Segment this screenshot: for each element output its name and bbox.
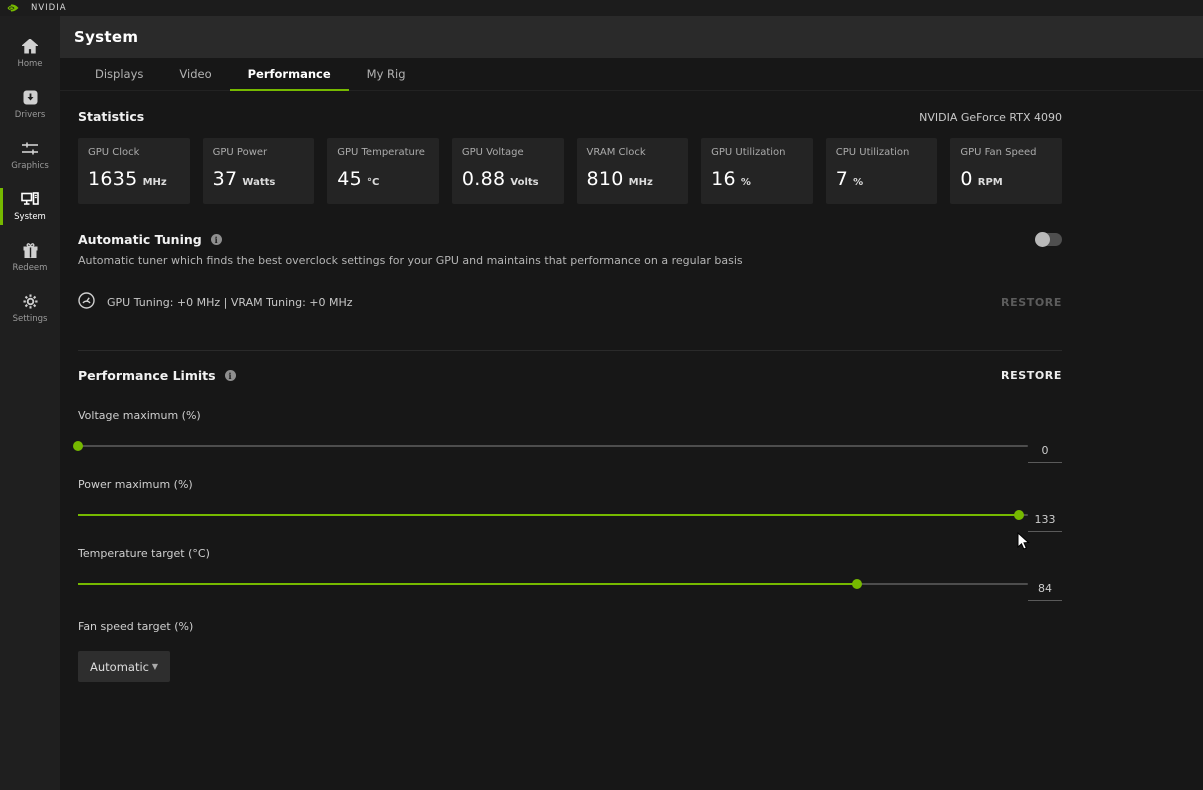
slider-group-temperature-target: Temperature target (°C) 84 [78, 547, 1062, 590]
stat-card-gpu-voltage: GPU Voltage 0.88Volts [452, 138, 564, 204]
sidebar-item-graphics[interactable]: Graphics [0, 130, 60, 181]
sidebar-item-drivers[interactable]: Drivers [0, 79, 60, 130]
sidebar: Home Drivers Graphics [0, 16, 60, 790]
temperature-target-slider[interactable] [78, 583, 1028, 585]
stat-unit: RPM [978, 177, 1003, 188]
statistics-cards: GPU Clock 1635MHz GPU Power 37Watts GPU … [78, 138, 1062, 204]
stat-unit: % [853, 177, 863, 188]
fan-speed-dropdown[interactable]: Automatic ▼ [78, 651, 170, 682]
stat-card-cpu-utilization: CPU Utilization 7% [826, 138, 938, 204]
tuning-status-text: GPU Tuning: +0 MHz | VRAM Tuning: +0 MHz [107, 296, 353, 309]
app-title: NVIDIA [31, 3, 67, 13]
tab-displays[interactable]: Displays [77, 58, 161, 90]
stat-value: 16 [711, 168, 736, 190]
fan-speed-target-group: Fan speed target (%) Automatic ▼ [78, 620, 1062, 682]
stat-card-gpu-fan-speed: GPU Fan Speed 0RPM [950, 138, 1062, 204]
info-icon[interactable]: i [211, 234, 222, 245]
sidebar-item-home[interactable]: Home [0, 28, 60, 79]
stat-unit: °C [367, 177, 379, 188]
stat-value: 0.88 [462, 168, 506, 190]
fan-speed-selected-value: Automatic [90, 660, 149, 674]
stat-card-gpu-clock: GPU Clock 1635MHz [78, 138, 190, 204]
automatic-tuning-toggle[interactable] [1036, 233, 1062, 246]
info-icon[interactable]: i [225, 370, 236, 381]
nvidia-logo-icon [6, 3, 19, 13]
stat-card-gpu-utilization: GPU Utilization 16% [701, 138, 813, 204]
gpu-name-label: NVIDIA GeForce RTX 4090 [919, 111, 1062, 124]
statistics-heading: Statistics [78, 109, 144, 124]
tab-my-rig[interactable]: My Rig [349, 58, 424, 90]
section-divider [78, 350, 1062, 351]
drivers-icon [23, 89, 38, 106]
stat-unit: MHz [629, 177, 653, 188]
voltage-maximum-slider[interactable] [78, 445, 1028, 447]
slider-group-power-maximum: Power maximum (%) 133 [78, 478, 1062, 521]
stat-value: 45 [337, 168, 362, 190]
sidebar-item-settings[interactable]: Settings [0, 283, 60, 334]
performance-limits-restore-button[interactable]: RESTORE [1001, 369, 1062, 382]
content: Statistics NVIDIA GeForce RTX 4090 GPU C… [60, 109, 1203, 682]
page-header: System [60, 16, 1203, 58]
home-icon [22, 38, 38, 55]
automatic-tuning-title: Automatic Tuning [78, 232, 202, 247]
stat-value: 37 [213, 168, 238, 190]
slider-group-voltage-maximum: Voltage maximum (%) 0 [78, 409, 1062, 452]
slider-thumb[interactable] [73, 441, 83, 451]
chevron-down-icon: ▼ [152, 662, 158, 671]
system-icon [21, 191, 39, 208]
tab-performance[interactable]: Performance [230, 58, 349, 90]
slider-thumb[interactable] [1014, 510, 1024, 520]
toggle-knob [1035, 232, 1050, 247]
page-title: System [74, 28, 138, 46]
automatic-tuning-restore-button[interactable]: RESTORE [1001, 296, 1062, 309]
stat-value: 7 [836, 168, 848, 190]
main-panel: System Displays Video Performance My Rig… [60, 16, 1203, 790]
settings-icon [23, 293, 38, 310]
performance-limits-title: Performance Limits [78, 368, 216, 383]
stat-unit: % [741, 177, 751, 188]
automatic-tuning-description: Automatic tuner which finds the best ove… [78, 254, 1062, 267]
titlebar: NVIDIA [0, 0, 1203, 16]
stat-card-gpu-power: GPU Power 37Watts [203, 138, 315, 204]
slider-fill [78, 583, 857, 585]
stat-value: 0 [960, 168, 972, 190]
slider-thumb[interactable] [852, 579, 862, 589]
stat-card-vram-clock: VRAM Clock 810MHz [577, 138, 689, 204]
stat-unit: MHz [143, 177, 167, 188]
sidebar-item-redeem[interactable]: Redeem [0, 232, 60, 283]
redeem-icon [23, 242, 38, 259]
tab-bar: Displays Video Performance My Rig [60, 58, 1203, 91]
stat-card-gpu-temperature: GPU Temperature 45°C [327, 138, 439, 204]
stat-value: 810 [587, 168, 624, 190]
temperature-target-value-input[interactable]: 84 [1028, 582, 1062, 601]
gauge-icon [78, 292, 95, 313]
voltage-maximum-value-input[interactable]: 0 [1028, 444, 1062, 463]
stat-value: 1635 [88, 168, 138, 190]
stat-unit: Watts [242, 177, 275, 188]
tab-video[interactable]: Video [161, 58, 229, 90]
power-maximum-value-input[interactable]: 133 [1028, 513, 1062, 532]
slider-fill [78, 514, 1019, 516]
power-maximum-slider[interactable] [78, 514, 1028, 516]
graphics-icon [22, 140, 38, 157]
stat-unit: Volts [510, 177, 538, 188]
sidebar-item-system[interactable]: System [0, 181, 60, 232]
